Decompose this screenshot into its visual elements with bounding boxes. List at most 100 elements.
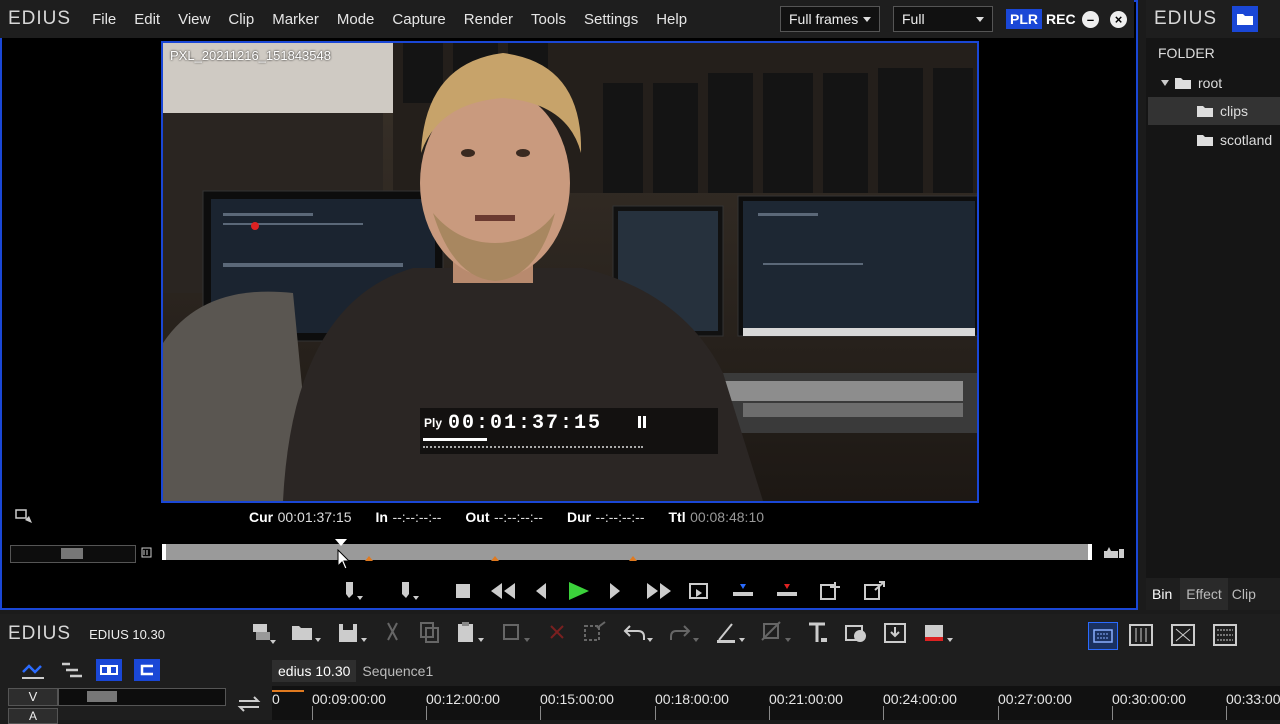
trim-icon[interactable] bbox=[760, 620, 792, 646]
insert-to-timeline-icon[interactable] bbox=[730, 578, 756, 604]
dur-value[interactable]: --:--:--:-- bbox=[596, 509, 645, 525]
mixer-icon[interactable] bbox=[1128, 622, 1154, 648]
folder-clips-label: clips bbox=[1220, 103, 1249, 119]
fast-forward-icon[interactable] bbox=[646, 578, 672, 604]
quality-select[interactable]: Full bbox=[893, 6, 993, 32]
bin-tabs: Bin Effect Clip bbox=[1146, 578, 1280, 610]
menu-help[interactable]: Help bbox=[647, 11, 696, 28]
step-forward-icon[interactable] bbox=[602, 578, 628, 604]
plr-rec-toggle[interactable]: PLR REC bbox=[1006, 9, 1076, 29]
menu-clip[interactable]: Clip bbox=[219, 11, 263, 28]
menu-marker[interactable]: Marker bbox=[263, 11, 328, 28]
folder-icon bbox=[1175, 78, 1191, 89]
copy-icon[interactable] bbox=[418, 620, 440, 646]
step-back-icon[interactable] bbox=[528, 578, 554, 604]
paste-icon[interactable] bbox=[454, 620, 486, 646]
loop-play-icon[interactable] bbox=[686, 578, 712, 604]
menu-tools[interactable]: Tools bbox=[522, 11, 575, 28]
replace-icon[interactable] bbox=[500, 620, 532, 646]
out-value[interactable]: --:--:--:-- bbox=[494, 509, 543, 525]
timeline-zoom-slider[interactable] bbox=[58, 688, 226, 706]
title-icon[interactable] bbox=[806, 620, 830, 646]
new-sequence-icon[interactable] bbox=[250, 620, 276, 646]
set-in-icon[interactable] bbox=[340, 578, 366, 604]
sync-lock-icon[interactable] bbox=[20, 658, 46, 682]
track-header-area: V A bbox=[0, 686, 272, 724]
render-icon[interactable] bbox=[922, 620, 954, 646]
export-icon[interactable] bbox=[882, 620, 908, 646]
rewind-icon[interactable] bbox=[490, 578, 516, 604]
folder-scotland[interactable]: scotland bbox=[1196, 126, 1272, 154]
osd-dots bbox=[423, 446, 643, 450]
app-logo: EDIUS bbox=[8, 8, 72, 29]
rec-label[interactable]: REC bbox=[1046, 11, 1076, 27]
add-to-bin-icon[interactable] bbox=[818, 578, 844, 604]
plr-badge[interactable]: PLR bbox=[1006, 9, 1042, 29]
timeline-tool-icons bbox=[250, 620, 954, 646]
capture-icon[interactable] bbox=[844, 620, 868, 646]
overlay-toggle-icon[interactable] bbox=[15, 508, 33, 529]
save-project-icon[interactable] bbox=[336, 620, 368, 646]
playhead-marker[interactable] bbox=[335, 539, 348, 546]
set-out-icon[interactable] bbox=[396, 578, 422, 604]
cut-icon[interactable] bbox=[382, 620, 404, 646]
timeline-ruler[interactable]: 0 00:09:00:00 00:12:00:00 00:15:00:00 00… bbox=[272, 686, 1280, 720]
overwrite-to-timeline-icon[interactable] bbox=[774, 578, 800, 604]
folder-root[interactable]: root bbox=[1160, 69, 1222, 97]
video-track-label[interactable]: V bbox=[8, 688, 58, 706]
tab-effect[interactable]: Effect bbox=[1180, 578, 1228, 610]
tab-sequence1[interactable]: Sequence1 bbox=[356, 660, 439, 682]
marker-icon bbox=[629, 556, 637, 561]
in-label: In bbox=[375, 509, 388, 525]
folder-view-icon[interactable] bbox=[1232, 6, 1258, 32]
ruler-label: 00:33:00 bbox=[1226, 691, 1280, 707]
minimize-icon[interactable]: – bbox=[1082, 11, 1099, 28]
zoom-handle[interactable] bbox=[87, 691, 117, 702]
ruler-tick bbox=[426, 706, 427, 720]
in-value[interactable]: --:--:--:-- bbox=[392, 509, 441, 525]
bin-logo: EDIUS bbox=[1154, 8, 1218, 29]
tab-clip[interactable]: Clip bbox=[1228, 586, 1260, 602]
shuttle-slider[interactable] bbox=[10, 545, 136, 563]
menu-mode[interactable]: Mode bbox=[328, 11, 384, 28]
ripple-delete-icon[interactable] bbox=[582, 620, 608, 646]
ruler-label: 00:15:00:00 bbox=[540, 691, 614, 707]
cur-value[interactable]: 00:01:37:15 bbox=[278, 509, 352, 525]
play-icon[interactable] bbox=[566, 578, 592, 604]
delete-icon[interactable] bbox=[546, 620, 568, 646]
ruler-label: 00:27:00:00 bbox=[998, 691, 1072, 707]
add-cut-icon[interactable] bbox=[714, 620, 746, 646]
menu-view[interactable]: View bbox=[169, 11, 219, 28]
menu-render[interactable]: Render bbox=[455, 11, 522, 28]
folder-clips[interactable]: clips bbox=[1148, 97, 1280, 125]
vectorscope-icon[interactable] bbox=[1170, 622, 1196, 648]
frames-mode-select[interactable]: Full frames bbox=[780, 6, 880, 32]
menu-file[interactable]: File bbox=[83, 11, 125, 28]
shuttle-handle[interactable] bbox=[61, 548, 83, 559]
keyboard-shortcut-icon[interactable] bbox=[1088, 622, 1118, 650]
swap-tracks-icon[interactable] bbox=[236, 694, 262, 719]
redo-icon[interactable] bbox=[668, 620, 700, 646]
audio-track-label[interactable]: A bbox=[8, 708, 58, 724]
menu-settings[interactable]: Settings bbox=[575, 11, 647, 28]
menu-capture[interactable]: Capture bbox=[383, 11, 454, 28]
export-clip-icon[interactable] bbox=[862, 578, 888, 604]
ttl-value: 00:08:48:10 bbox=[690, 509, 765, 525]
loop-region-icon[interactable] bbox=[1103, 545, 1125, 566]
layout-icon[interactable] bbox=[1212, 622, 1238, 648]
ripple-mode-icon[interactable] bbox=[58, 658, 84, 682]
undo-icon[interactable] bbox=[622, 620, 654, 646]
group-mode-icon[interactable] bbox=[134, 659, 160, 681]
jog-icon[interactable] bbox=[141, 545, 155, 566]
tab-bin[interactable]: Bin bbox=[1146, 586, 1180, 602]
position-slider[interactable] bbox=[162, 539, 1092, 561]
transport-controls bbox=[340, 578, 888, 604]
tab-edius-sequence[interactable]: edius 10.30 bbox=[272, 660, 357, 682]
stop-icon[interactable] bbox=[450, 578, 476, 604]
link-mode-icon[interactable] bbox=[96, 659, 122, 681]
open-project-icon[interactable] bbox=[290, 620, 322, 646]
ruler-label: 00:09:00:00 bbox=[312, 691, 386, 707]
close-icon[interactable]: × bbox=[1110, 11, 1127, 28]
menu-edit[interactable]: Edit bbox=[125, 11, 169, 28]
folder-root-label: root bbox=[1198, 75, 1223, 91]
